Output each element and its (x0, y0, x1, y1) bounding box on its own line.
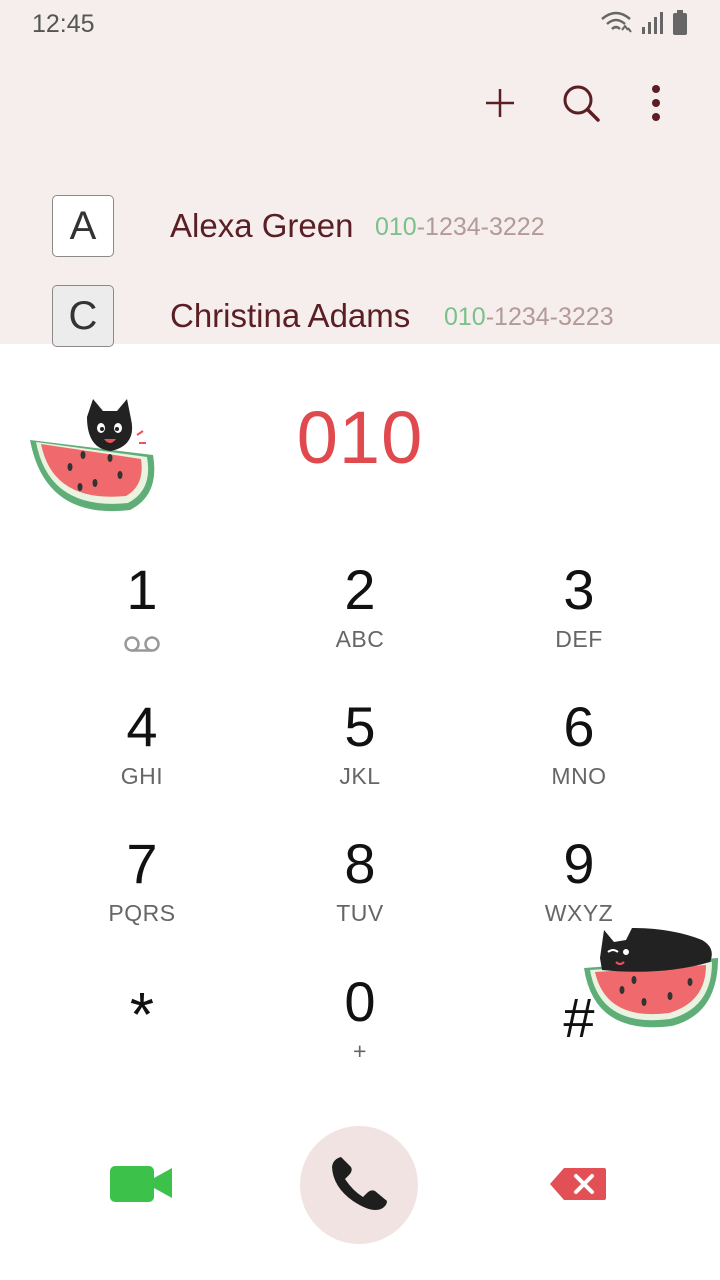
status-time: 12:45 (32, 10, 95, 38)
number-match: 010 (375, 213, 417, 241)
contact-name: Christina Adams (170, 297, 411, 334)
key-star[interactable]: * (42, 976, 242, 1096)
key-7[interactable]: 7 PQRS (42, 832, 242, 952)
key-digit: 9 (563, 832, 595, 895)
key-digit: 8 (344, 832, 376, 895)
number-rest: -1234-3222 (416, 213, 545, 241)
call-button[interactable] (300, 1126, 418, 1244)
contact-number: 010-1234-3223 (444, 303, 614, 332)
key-letters: MNO (551, 763, 607, 789)
key-4[interactable]: 4 GHI (42, 695, 242, 815)
key-2[interactable]: 2 ABC (260, 558, 460, 678)
key-letters: ABC (335, 626, 385, 652)
more-options-button[interactable] (631, 80, 681, 130)
key-5[interactable]: 5 JKL (260, 695, 460, 815)
key-letters: GHI (120, 763, 164, 789)
key-digit: 6 (563, 695, 595, 758)
key-letters: TUV (336, 900, 384, 926)
wifi-icon (600, 10, 632, 36)
video-camera-icon (108, 1166, 174, 1210)
search-icon (561, 83, 601, 128)
status-bar: 12:45 (0, 0, 720, 50)
key-letters: JKL (339, 763, 381, 789)
contacts-area: 12:45 A Alexa Green 010-1234-3222 C Chri… (0, 0, 720, 347)
add-contact-button[interactable] (475, 80, 525, 130)
key-8[interactable]: 8 TUV (260, 832, 460, 952)
contact-index-badge: A (52, 195, 114, 257)
search-button[interactable] (556, 80, 606, 130)
number-rest: -1234-3223 (485, 303, 614, 331)
key-letters: DEF (555, 626, 603, 652)
contact-row[interactable]: C Christina Adams 010-1234-3223 (0, 285, 720, 365)
video-call-button[interactable] (108, 1160, 174, 1206)
dialed-number: 010 (296, 396, 424, 479)
key-digit: 3 (563, 558, 595, 621)
voicemail-icon (42, 626, 242, 660)
dialer-actions (0, 1120, 720, 1250)
contact-row[interactable]: A Alexa Green 010-1234-3222 (0, 195, 720, 275)
signal-icon (640, 11, 664, 35)
watermelon-cat-sticker (582, 918, 720, 1035)
battery-icon (672, 10, 688, 36)
key-6[interactable]: 6 MNO (479, 695, 679, 815)
key-digit: 0 (344, 970, 376, 1033)
backspace-icon (548, 1168, 608, 1206)
status-icons (600, 10, 688, 36)
key-digit: 4 (126, 695, 158, 758)
contact-number: 010-1234-3222 (375, 213, 545, 242)
key-digit: 1 (126, 558, 158, 621)
backspace-button[interactable] (548, 1166, 608, 1202)
key-digit: * (129, 981, 155, 1050)
key-3[interactable]: 3 DEF (479, 558, 679, 678)
key-digit: 7 (126, 832, 158, 895)
key-letters: + (353, 1038, 367, 1064)
contact-name: Alexa Green (170, 207, 354, 244)
add-icon (484, 87, 516, 124)
key-1[interactable]: 1 (42, 558, 242, 678)
more-options-icon (650, 84, 662, 126)
number-match: 010 (444, 303, 486, 331)
key-digit: 5 (344, 695, 376, 758)
contact-index-badge: C (52, 285, 114, 347)
key-0[interactable]: 0 + (260, 970, 460, 1090)
key-letters: PQRS (108, 900, 176, 926)
phone-icon (327, 1151, 391, 1220)
key-digit: 2 (344, 558, 376, 621)
